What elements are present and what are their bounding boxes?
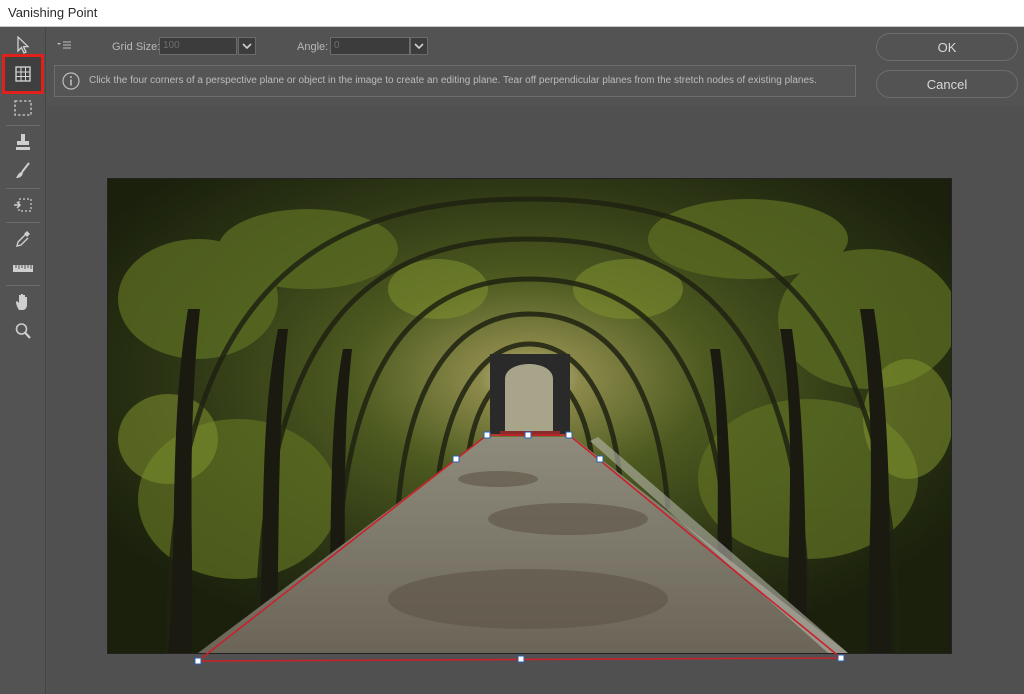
stretch-node-left[interactable] xyxy=(452,455,460,463)
transform-icon xyxy=(14,198,32,212)
angle-label: Angle: xyxy=(297,41,329,53)
angle-field[interactable]: 0 xyxy=(330,37,410,55)
create-plane-tool-button[interactable] xyxy=(2,54,44,94)
cancel-button[interactable]: Cancel xyxy=(876,70,1018,98)
chevron-down-icon xyxy=(414,42,424,49)
chevron-down-icon xyxy=(242,42,252,49)
brush-tool-button[interactable] xyxy=(8,157,38,185)
ruler-icon xyxy=(13,265,33,272)
ok-button[interactable]: OK xyxy=(876,33,1018,61)
stretch-node-right[interactable] xyxy=(596,455,604,463)
grid-size-dropdown[interactable] xyxy=(238,37,256,55)
transform-tool-button[interactable] xyxy=(8,191,38,219)
measure-tool-button[interactable] xyxy=(8,254,38,282)
image-preview[interactable] xyxy=(107,178,952,654)
tool-panel xyxy=(0,27,46,694)
info-bar: Click the four corners of a perspective … xyxy=(54,65,856,97)
info-icon xyxy=(62,72,80,90)
brush-icon xyxy=(16,162,30,178)
zoom-icon xyxy=(15,323,31,339)
zoom-tool-button[interactable] xyxy=(8,317,38,345)
stretch-node-bottom[interactable] xyxy=(517,655,525,663)
info-message: Click the four corners of a perspective … xyxy=(89,75,817,86)
corner-node-bottom-right[interactable] xyxy=(837,654,845,662)
grid-plane-icon xyxy=(15,66,31,82)
menu-options-icon[interactable] xyxy=(56,41,72,51)
marquee-tool-button[interactable] xyxy=(8,94,38,122)
arrow-cursor-icon xyxy=(17,36,30,54)
corner-node-top-right[interactable] xyxy=(565,431,573,439)
grid-size-label: Grid Size: xyxy=(112,41,161,53)
grid-size-field[interactable]: 100 xyxy=(159,37,237,55)
stamp-tool-button[interactable] xyxy=(8,128,38,156)
eyedropper-tool-button[interactable] xyxy=(8,225,38,253)
angle-dropdown[interactable] xyxy=(410,37,428,55)
corner-node-top-left[interactable] xyxy=(483,431,491,439)
corner-node-bottom-left[interactable] xyxy=(194,657,202,665)
window-title: Vanishing Point xyxy=(0,0,1024,27)
eyedropper-icon xyxy=(16,231,30,247)
stretch-node-top[interactable] xyxy=(524,431,532,439)
hand-tool-button[interactable] xyxy=(8,288,38,316)
hand-icon xyxy=(16,294,27,310)
stamp-icon xyxy=(16,134,30,150)
dashed-rectangle-icon xyxy=(14,100,32,116)
